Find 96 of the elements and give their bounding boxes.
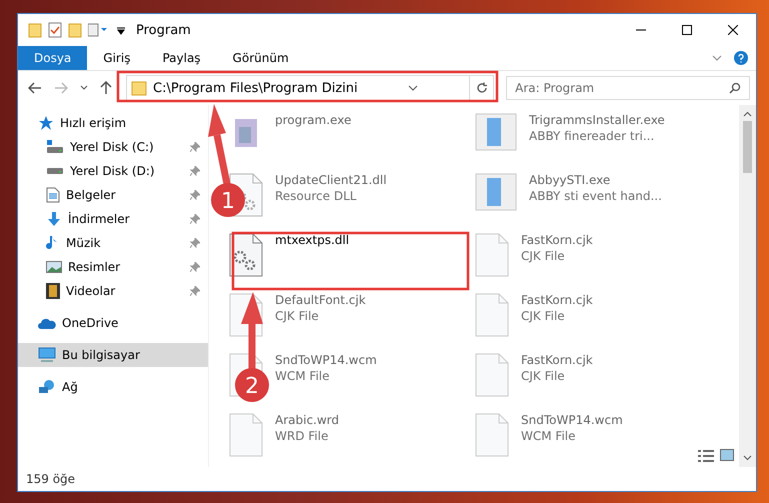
help-icon[interactable]: [734, 51, 748, 65]
sidebar-label: OneDrive: [62, 316, 118, 330]
dropdown-icon: [116, 25, 126, 35]
file-type: WCM File: [275, 369, 330, 383]
file-name[interactable]: SndToWP14.wcm: [275, 353, 377, 367]
chevron-down-icon: [408, 85, 418, 91]
folder-icon: [68, 22, 82, 38]
star-icon: [38, 115, 54, 131]
network-icon: [38, 379, 56, 395]
search-field[interactable]: Ara: Program: [506, 76, 750, 100]
ribbon-tab[interactable]: Paylaş: [146, 46, 217, 70]
close-icon: [728, 25, 738, 35]
forward-arrow-icon: [54, 82, 68, 94]
file-icon: [475, 413, 509, 457]
ribbon-tab[interactable]: Dosya: [18, 46, 88, 70]
item-count: 159 öğe: [26, 472, 76, 486]
maximize-icon: [682, 25, 692, 35]
step-badge: 1: [211, 183, 245, 217]
file-name[interactable]: TrigrammsInstaller.exe: [529, 113, 665, 127]
ribbon-tab[interactable]: Görünüm: [216, 46, 305, 70]
file-name[interactable]: Arabic.wrd: [275, 413, 340, 427]
file-name[interactable]: FastKorn.cjk: [521, 353, 593, 367]
file-icon: [475, 353, 509, 397]
scroll-down-icon[interactable]: [743, 455, 752, 461]
file-name[interactable]: DefaultFont.cjk: [275, 293, 366, 307]
chevron-down-icon: [712, 55, 722, 61]
address-bar[interactable]: C:\Program Files\Program Dizini: [126, 75, 494, 101]
file-name[interactable]: UpdateClient21.dll: [275, 173, 387, 187]
checklist-icon: [48, 22, 62, 38]
sidebar-label: Müzik: [66, 236, 101, 250]
sidebar-item[interactable]: İndirmeler: [18, 207, 208, 231]
sidebar-label: Belgeler: [66, 188, 116, 202]
file-type: CJK File: [521, 369, 566, 383]
file-name[interactable]: program.exe: [275, 113, 352, 127]
properties-icon: [88, 23, 110, 37]
window-title: Program: [136, 22, 191, 38]
sidebar-item[interactable]: Belgeler: [18, 183, 208, 207]
up-arrow-icon: [100, 81, 112, 95]
sidebar-item[interactable]: Ağ: [18, 375, 208, 399]
file-name[interactable]: FastKorn.cjk: [521, 293, 593, 307]
sidebar-item[interactable]: OneDrive: [18, 311, 208, 335]
details-view-icon: [698, 449, 714, 463]
application-icon: [475, 113, 517, 151]
application-icon: [475, 173, 517, 211]
back-arrow-icon: [28, 82, 42, 94]
step-badge: 2: [235, 368, 269, 402]
file-icon: [475, 233, 509, 277]
sidebar-label: Yerel Disk (C:): [70, 140, 154, 154]
file-name[interactable]: FastKorn.cjk: [521, 233, 593, 247]
address-path: C:\Program Files\Program Dizini: [153, 80, 358, 96]
search-icon: [729, 82, 741, 94]
file-type: Resource DLL: [275, 189, 358, 203]
file-type: CJK File: [521, 309, 566, 323]
sidebar-item[interactable]: Videolar: [18, 279, 208, 303]
file-icon: [229, 413, 263, 457]
file-name[interactable]: AbbyySTI.exe: [529, 173, 662, 187]
sidebar-label: Videolar: [66, 284, 116, 298]
sidebar-item[interactable]: Resimler: [18, 255, 208, 279]
refresh-icon: [476, 82, 488, 94]
sidebar-label: İndirmeler: [68, 212, 130, 226]
file-type: CJK File: [521, 249, 566, 263]
file-name[interactable]: mtxextps.dll: [275, 233, 350, 247]
drive-icon: [46, 140, 64, 154]
file-type: WCM File: [521, 429, 576, 443]
file-type: ABBY sti event hand...: [529, 189, 662, 203]
sidebar-item[interactable]: Müzik: [18, 231, 208, 255]
sidebar-label: Bu bilgisayar: [62, 348, 140, 362]
sidebar-label: Yerel Disk (D:): [70, 164, 155, 178]
scroll-thumb[interactable]: [743, 121, 752, 173]
monitor-icon: [38, 347, 56, 363]
scroll-up-icon[interactable]: [743, 111, 752, 117]
sidebar-item[interactable]: Hızlı erişim: [18, 111, 208, 135]
sidebar-item[interactable]: Yerel Disk (C:): [18, 135, 208, 159]
document-icon: [46, 187, 60, 203]
down-arrow-icon: [46, 211, 62, 227]
picture-icon: [46, 260, 62, 274]
file-type: CJK File: [275, 309, 320, 323]
ribbon-tab[interactable]: Giriş: [87, 46, 146, 70]
sidebar-label: Hızlı erişim: [60, 116, 126, 130]
sidebar-label: Resimler: [68, 260, 120, 274]
sidebar-item[interactable]: Bu bilgisayar: [18, 343, 208, 367]
large-icons-view-icon: [720, 449, 734, 461]
file-icon: [475, 293, 509, 337]
film-icon: [46, 283, 60, 299]
scrollbar[interactable]: [739, 105, 756, 467]
sidebar-label: Ağ: [62, 380, 78, 394]
search-placeholder: Ara: Program: [515, 81, 594, 95]
sidebar-item[interactable]: Yerel Disk (D:): [18, 159, 208, 183]
file-type: ABBY finereader tri...: [529, 129, 656, 143]
drive-icon: [46, 168, 64, 174]
folder-icon: [28, 22, 42, 38]
cloud-icon: [38, 317, 56, 329]
chevron-down-icon: [80, 85, 88, 91]
file-type: WRD File: [275, 429, 330, 443]
file-name[interactable]: SndToWP14.wcm: [521, 413, 623, 427]
folder-icon: [131, 80, 147, 96]
